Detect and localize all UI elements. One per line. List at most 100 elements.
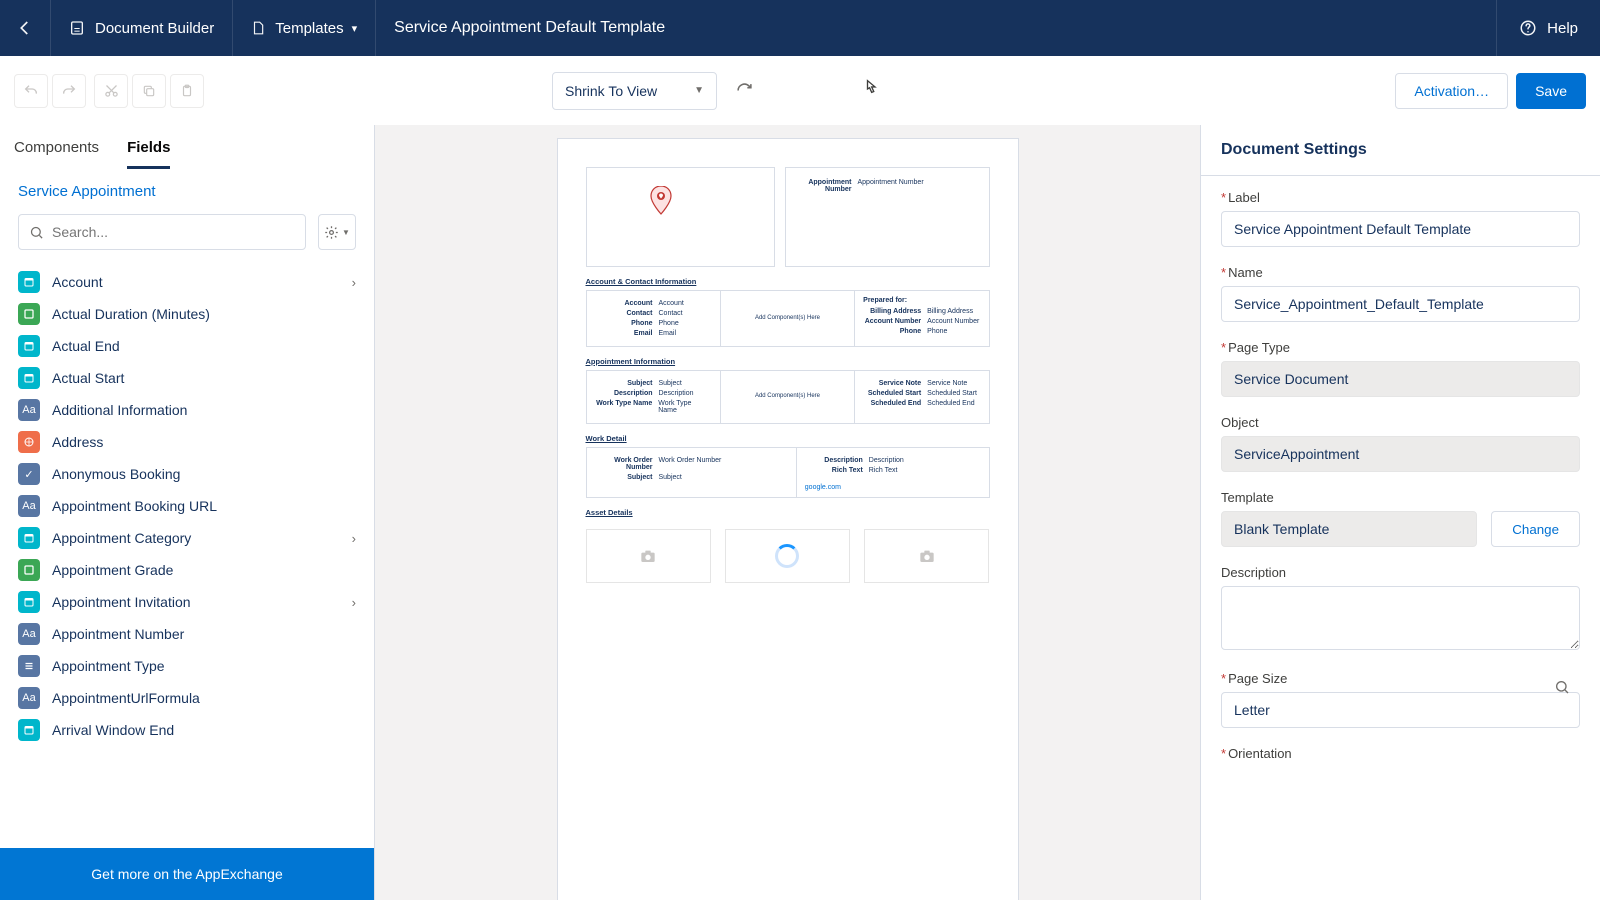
field-type-icon: Aa <box>18 399 40 421</box>
refresh-button[interactable] <box>727 74 761 108</box>
field-item[interactable]: AaAdditional Information <box>0 394 374 426</box>
field-item[interactable]: Account › <box>0 266 374 298</box>
help-label: Help <box>1547 20 1578 37</box>
top-bar: Document Builder Templates ▾ Service App… <box>0 0 1600 56</box>
field-label: Actual Duration (Minutes) <box>52 306 210 322</box>
toolbar: Shrink To View ▼ Activation… Save <box>0 56 1600 125</box>
save-button[interactable]: Save <box>1516 73 1586 109</box>
undo-button[interactable] <box>14 74 48 108</box>
drop-zone[interactable]: Add Component(s) Here <box>721 291 855 346</box>
copy-button[interactable] <box>132 74 166 108</box>
arrow-left-icon <box>16 19 34 37</box>
title-text: Service Appointment Default Template <box>394 19 665 37</box>
page-title: Service Appointment Default Template <box>376 0 1496 56</box>
cut-button[interactable] <box>94 74 128 108</box>
field-label: Account <box>52 274 103 290</box>
builder-name[interactable]: Document Builder <box>51 0 233 56</box>
section-title: Work Detail <box>586 434 990 443</box>
field-item[interactable]: Appointment Grade <box>0 554 374 586</box>
section-appointment[interactable]: SubjectSubjectDescriptionDescriptionWork… <box>586 370 990 424</box>
paste-button[interactable] <box>170 74 204 108</box>
tab-fields[interactable]: Fields <box>127 139 170 169</box>
map-placeholder[interactable] <box>586 167 775 267</box>
left-panel: Components Fields Service Appointment ▼ … <box>0 125 375 900</box>
field-list: Account › Actual Duration (Minutes) Actual … <box>0 262 374 848</box>
field-item[interactable]: Appointment Category› <box>0 522 374 554</box>
search-icon <box>1554 679 1570 698</box>
right-panel: Document Settings *Label *Name *Page Typ… <box>1200 125 1600 900</box>
document-icon <box>69 20 85 36</box>
section-title: Asset Details <box>586 508 990 517</box>
field-label: Appointment Grade <box>52 562 173 578</box>
field-item[interactable]: Appointment Type <box>0 650 374 682</box>
field-label: Arrival Window End <box>52 722 174 738</box>
object-lbl: Object <box>1221 415 1580 430</box>
search-input-wrap <box>18 214 306 250</box>
tab-components[interactable]: Components <box>14 139 99 169</box>
gear-icon <box>324 225 339 240</box>
field-label: Appointment Booking URL <box>52 498 217 514</box>
asset-image-placeholder[interactable] <box>586 529 711 583</box>
back-button[interactable] <box>0 0 51 56</box>
question-icon <box>1519 19 1537 37</box>
search-input[interactable] <box>52 224 295 240</box>
description-input[interactable] <box>1221 586 1580 650</box>
field-item[interactable]: Actual End <box>0 330 374 362</box>
field-label: Appointment Number <box>52 626 184 642</box>
activation-button[interactable]: Activation… <box>1395 73 1508 109</box>
canvas: Appointment NumberAppointment Number Acc… <box>375 125 1200 900</box>
zoom-select[interactable]: Shrink To View ▼ <box>552 72 717 110</box>
field-type-icon <box>18 335 40 357</box>
chevron-down-icon: ▼ <box>694 85 704 96</box>
name-input[interactable] <box>1221 286 1580 322</box>
field-item[interactable]: ✓ Anonymous Booking <box>0 458 374 490</box>
refresh-icon <box>736 82 753 99</box>
field-type-icon <box>18 271 40 293</box>
help-button[interactable]: Help <box>1496 0 1600 56</box>
templates-label: Templates <box>275 20 343 37</box>
appexchange-link[interactable]: Get more on the AppExchange <box>0 848 374 900</box>
field-label: Anonymous Booking <box>52 466 180 482</box>
section-title: Appointment Information <box>586 357 990 366</box>
field-item[interactable]: Actual Start <box>0 362 374 394</box>
redo-button[interactable] <box>52 74 86 108</box>
document-page[interactable]: Appointment NumberAppointment Number Acc… <box>558 139 1018 900</box>
asset-loading <box>725 529 850 583</box>
section-account[interactable]: AccountAccountContactContactPhonePhoneEm… <box>586 290 990 347</box>
change-template-button[interactable]: Change <box>1491 511 1580 547</box>
description-lbl: Description <box>1221 565 1580 580</box>
redo-icon <box>61 83 77 99</box>
map-pin-icon <box>649 186 673 210</box>
field-type-icon: ✓ <box>18 463 40 485</box>
header-detail-box[interactable]: Appointment NumberAppointment Number <box>785 167 990 267</box>
field-item[interactable]: Arrival Window End <box>0 714 374 746</box>
search-icon <box>29 225 44 240</box>
field-item[interactable]: Actual Duration (Minutes) <box>0 298 374 330</box>
drop-zone[interactable]: Add Component(s) Here <box>721 371 855 423</box>
field-type-icon <box>18 591 40 613</box>
chevron-right-icon: › <box>352 531 356 546</box>
chevron-right-icon: › <box>352 275 356 290</box>
object-breadcrumb[interactable]: Service Appointment <box>0 169 374 206</box>
field-type-icon <box>18 655 40 677</box>
field-settings-button[interactable]: ▼ <box>318 214 356 250</box>
field-label: Appointment Invitation <box>52 594 191 610</box>
field-item[interactable]: AaAppointment Number <box>0 618 374 650</box>
field-item[interactable]: Appointment Invitation› <box>0 586 374 618</box>
asset-image-placeholder[interactable] <box>864 529 989 583</box>
field-type-icon <box>18 527 40 549</box>
undo-icon <box>23 83 39 99</box>
label-input[interactable] <box>1221 211 1580 247</box>
camera-icon <box>919 549 935 563</box>
field-label: Appointment Type <box>52 658 165 674</box>
field-item[interactable]: AaAppointmentUrlFormula <box>0 682 374 714</box>
field-type-icon <box>18 719 40 741</box>
asset-row[interactable] <box>586 521 990 591</box>
field-item[interactable]: AaAppointment Booking URL <box>0 490 374 522</box>
section-work-detail[interactable]: Work Order NumberWork Order NumberSubjec… <box>586 447 990 498</box>
copy-icon <box>142 84 156 98</box>
field-item[interactable]: Address <box>0 426 374 458</box>
templates-dropdown[interactable]: Templates ▾ <box>233 0 376 56</box>
pagesize-input[interactable] <box>1221 692 1580 728</box>
field-type-icon <box>18 367 40 389</box>
